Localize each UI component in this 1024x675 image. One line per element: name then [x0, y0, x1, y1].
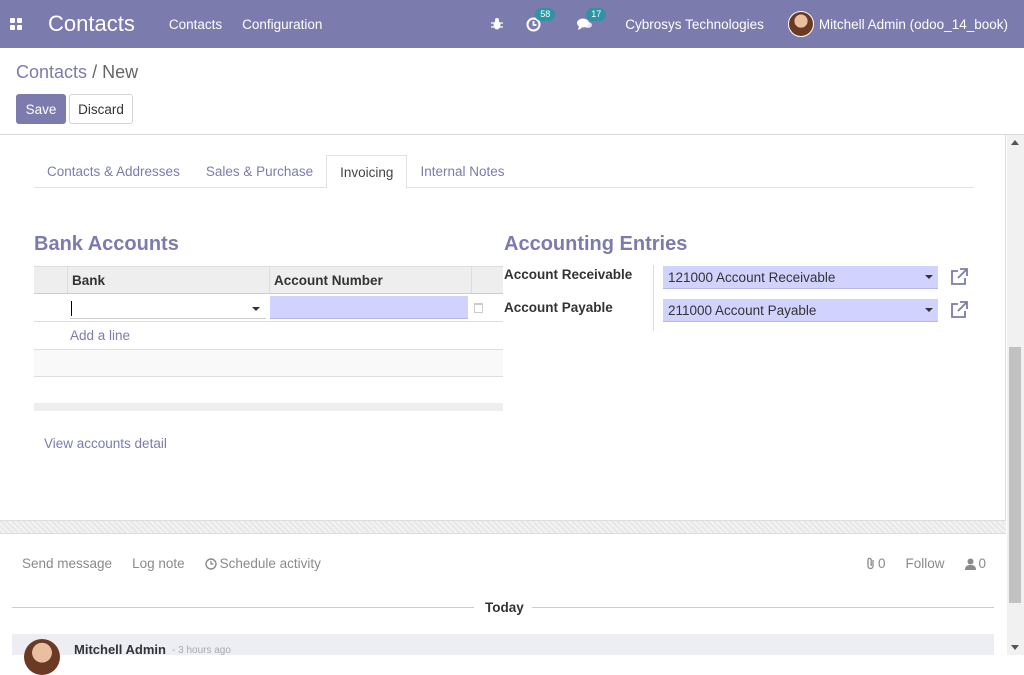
account-number-input[interactable]	[270, 296, 468, 319]
chatter-separator	[0, 520, 1006, 534]
message-time: - 3 hours ago	[172, 645, 231, 656]
tab-sales-purchase[interactable]: Sales & Purchase	[193, 155, 326, 188]
account-payable-value: 211000 Account Payable	[668, 302, 817, 318]
apps-menu-icon[interactable]	[0, 0, 32, 48]
activity-icon[interactable]: 58	[526, 7, 556, 32]
header-handle-cell	[34, 267, 68, 293]
scroll-down-arrow-icon[interactable]	[1011, 645, 1019, 650]
bug-icon[interactable]	[490, 17, 504, 31]
send-message-button[interactable]: Send message	[22, 556, 112, 571]
tab-invoicing[interactable]: Invoicing	[326, 155, 408, 189]
attachment-count[interactable]: 0	[878, 556, 886, 571]
app-title[interactable]: Contacts	[48, 11, 135, 37]
notebook-tabs: Contacts & Addresses Sales & Purchase In…	[34, 155, 974, 189]
chatter-topbar: Send message Log note Schedule activity	[22, 556, 361, 571]
breadcrumb-separator: /	[92, 62, 98, 82]
chatter-right-actions: 0 Follow 0	[866, 556, 986, 571]
schedule-activity-label: Schedule activity	[219, 556, 321, 571]
bank-select-input[interactable]	[70, 297, 266, 319]
empty-row	[34, 350, 503, 377]
activity-badge: 58	[535, 7, 556, 21]
clock-icon	[204, 557, 217, 570]
date-divider-right	[532, 607, 994, 608]
text-cursor	[71, 300, 72, 316]
menu-configuration[interactable]: Configuration	[242, 17, 322, 32]
account-receivable-select[interactable]: 121000 Account Receivable	[663, 266, 938, 289]
user-icon[interactable]	[964, 558, 976, 570]
header-trash-cell	[472, 267, 503, 293]
top-navbar: Contacts Contacts Configuration 58 17 Cy…	[0, 0, 1024, 48]
bank-accounts-table: Bank Account Number Add a line	[34, 266, 503, 411]
column-bank[interactable]: Bank	[68, 267, 270, 293]
bank-accounts-heading: Bank Accounts	[34, 233, 179, 255]
followers-count[interactable]: 0	[979, 556, 987, 571]
field-divider	[653, 265, 654, 331]
breadcrumb: Contacts / New	[16, 62, 138, 83]
table-header: Bank Account Number	[34, 266, 503, 294]
scroll-up-arrow-icon[interactable]	[1011, 140, 1019, 145]
table-footer	[34, 403, 503, 411]
chatter-message: Mitchell Admin - 3 hours ago	[12, 634, 994, 675]
tab-contacts-addresses[interactable]: Contacts & Addresses	[34, 155, 193, 188]
paperclip-icon[interactable]	[866, 557, 876, 570]
save-button[interactable]: Save	[16, 94, 66, 124]
column-account-number[interactable]: Account Number	[270, 267, 472, 293]
scrollbar-thumb[interactable]	[1009, 347, 1021, 603]
user-avatar	[787, 11, 814, 37]
message-avatar	[24, 639, 60, 675]
messaging-badge: 17	[586, 8, 607, 21]
discard-button[interactable]: Discard	[69, 94, 133, 124]
control-panel: Contacts / New Save Discard	[0, 48, 1024, 135]
table-row	[34, 294, 503, 322]
trash-icon[interactable]	[474, 302, 483, 313]
breadcrumb-parent[interactable]: Contacts	[16, 62, 87, 82]
follow-button[interactable]: Follow	[906, 556, 945, 571]
account-payable-select[interactable]: 211000 Account Payable	[663, 299, 938, 322]
company-switcher[interactable]: Cybrosys Technologies	[625, 17, 764, 32]
user-menu[interactable]: Mitchell Admin (odoo_14_book)	[787, 11, 1008, 37]
form-sheet: Contacts & Addresses Sales & Purchase In…	[0, 135, 1006, 520]
schedule-activity-button[interactable]: Schedule activity	[204, 556, 341, 571]
tab-internal-notes[interactable]: Internal Notes	[407, 155, 517, 188]
account-payable-label: Account Payable	[504, 300, 613, 315]
accounting-entries-heading: Accounting Entries	[504, 233, 688, 255]
menu-contacts[interactable]: Contacts	[169, 17, 222, 32]
vertical-scrollbar[interactable]	[1007, 135, 1024, 655]
log-note-button[interactable]: Log note	[132, 556, 185, 571]
date-separator: Today	[485, 600, 524, 615]
chevron-down-icon[interactable]	[925, 275, 933, 279]
external-link-icon[interactable]	[950, 268, 968, 286]
messaging-icon[interactable]: 17	[577, 8, 607, 31]
external-link-icon[interactable]	[950, 301, 968, 319]
add-line-link[interactable]: Add a line	[34, 322, 503, 350]
user-name: Mitchell Admin (odoo_14_book)	[818, 16, 1008, 32]
chevron-down-icon[interactable]	[252, 306, 260, 311]
breadcrumb-current: New	[102, 62, 139, 82]
account-receivable-value: 121000 Account Receivable	[668, 269, 836, 285]
chevron-down-icon[interactable]	[925, 308, 933, 312]
view-accounts-detail-button[interactable]: View accounts detail	[44, 436, 167, 451]
date-divider-left	[12, 607, 474, 608]
account-receivable-label: Account Receivable	[504, 267, 633, 282]
